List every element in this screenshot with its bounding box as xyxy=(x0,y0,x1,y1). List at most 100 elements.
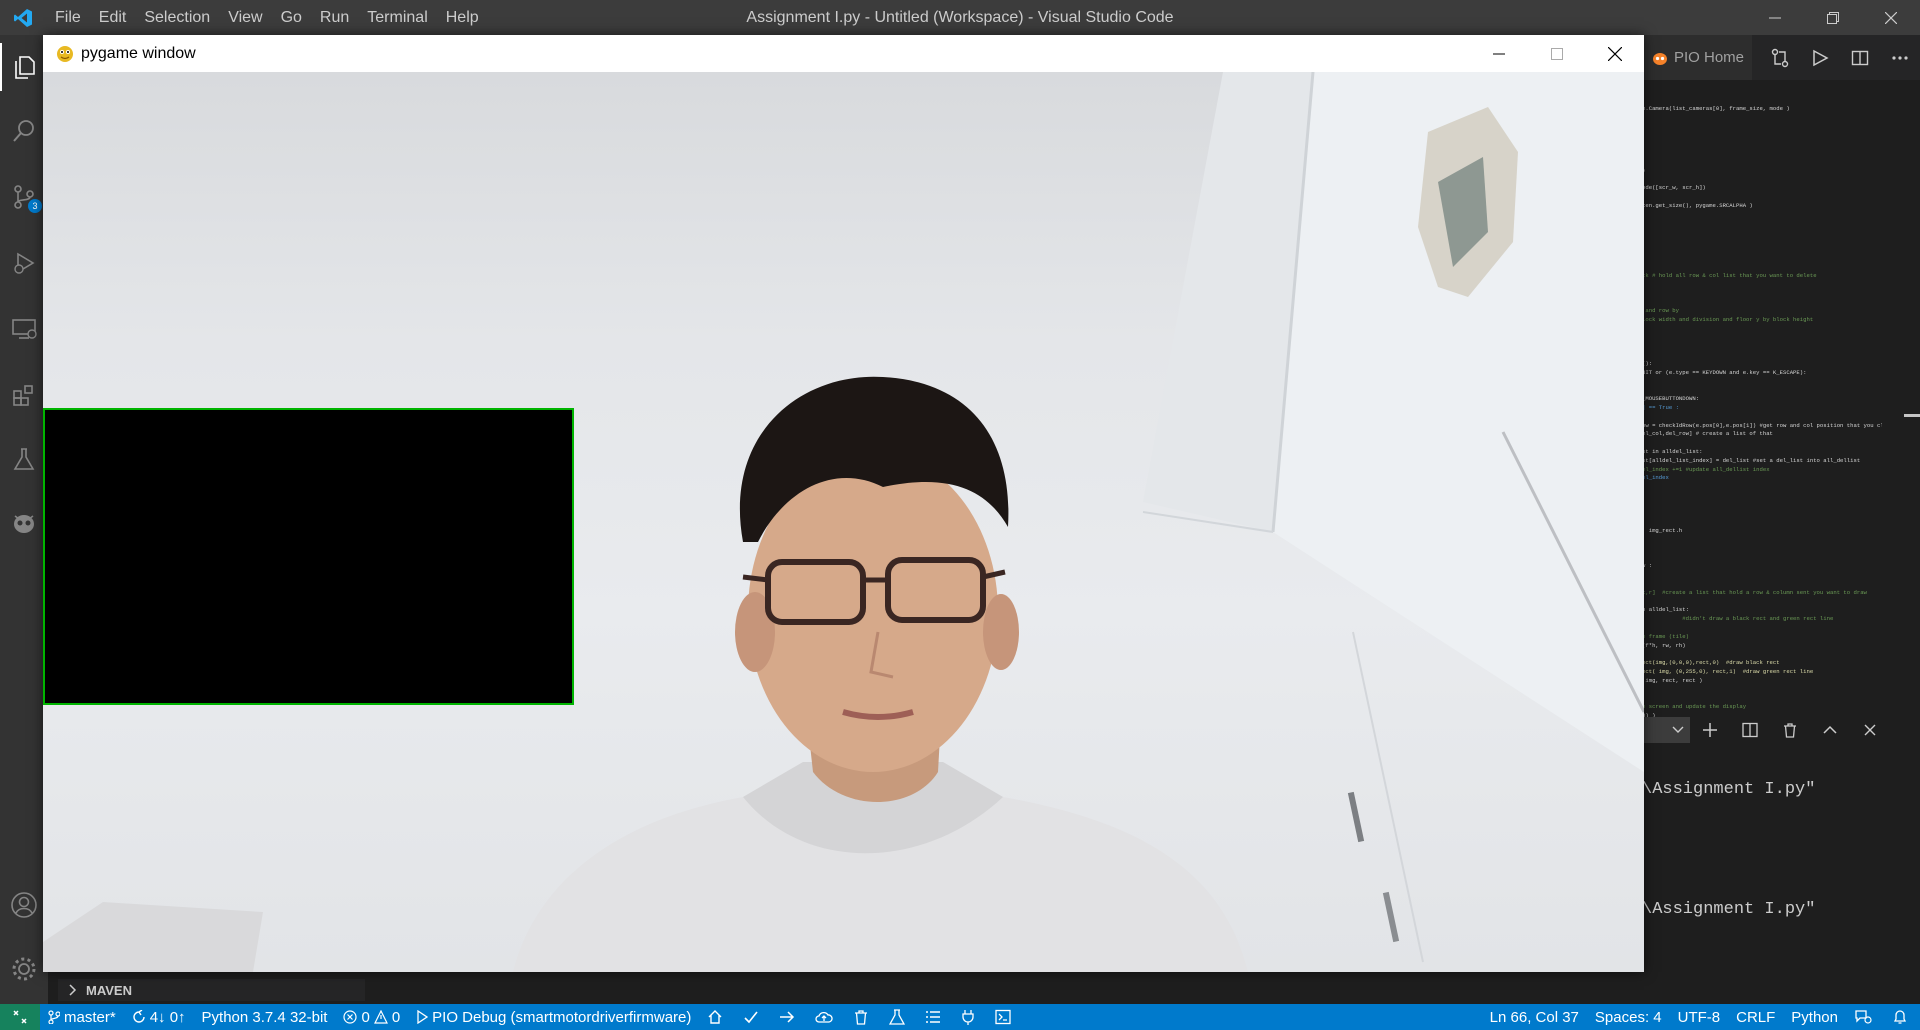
source-control-icon[interactable]: 3 xyxy=(0,173,48,221)
git-branch-item[interactable]: master* xyxy=(40,1009,124,1026)
chevron-down-icon xyxy=(1672,726,1684,733)
pio-clean-button[interactable] xyxy=(845,1009,881,1025)
pio-remote-upload-button[interactable] xyxy=(807,1009,845,1025)
pio-serial-monitor-button[interactable] xyxy=(953,1009,987,1025)
pio-home-button[interactable] xyxy=(699,1009,735,1025)
split-editor-icon[interactable] xyxy=(1840,35,1880,80)
more-actions-icon[interactable] xyxy=(1880,35,1920,80)
new-terminal-button[interactable] xyxy=(1690,712,1730,747)
plug-icon xyxy=(962,1010,975,1025)
language-mode-item[interactable]: Python xyxy=(1783,1009,1846,1026)
search-icon[interactable] xyxy=(0,107,48,155)
explorer-icon[interactable] xyxy=(0,43,48,91)
pygame-title-bar[interactable]: pygame window xyxy=(43,35,1644,72)
problems-item[interactable]: 0 0 xyxy=(335,1009,408,1026)
python-interpreter-item[interactable]: Python 3.7.4 32-bit xyxy=(194,1009,336,1026)
code-line: st[alldel_list_index] = del_list #set a … xyxy=(1642,456,1861,464)
code-line: st in alldel_list: xyxy=(1642,448,1703,456)
code-line: n alldel_list: xyxy=(1642,606,1689,614)
tab-label: PIO Home xyxy=(1674,49,1745,66)
code-line: e screen and update the display xyxy=(1642,703,1747,711)
activity-bar: 3 xyxy=(0,35,48,1004)
editor-tab-bar: PIO Home xyxy=(1642,35,1920,80)
pygame-surface[interactable] xyxy=(43,72,1644,972)
eol-item[interactable]: CRLF xyxy=(1728,1009,1783,1026)
menu-help[interactable]: Help xyxy=(437,0,488,35)
minimize-button[interactable] xyxy=(1746,0,1804,35)
menu-file[interactable]: File xyxy=(46,0,90,35)
platformio-alien-icon[interactable] xyxy=(0,499,48,547)
tab-pio-home[interactable]: PIO Home xyxy=(1642,35,1752,80)
pio-test-button[interactable] xyxy=(881,1009,917,1025)
code-line: e.Camera(list_cameras[0], frame_size, mo… xyxy=(1642,105,1790,112)
testing-flask-icon[interactable] xyxy=(0,435,48,483)
indentation-item[interactable]: Spaces: 4 xyxy=(1587,1009,1670,1026)
pygame-close-button[interactable] xyxy=(1586,35,1644,72)
scrollbar-slider[interactable] xyxy=(1904,414,1920,417)
close-button[interactable] xyxy=(1862,0,1920,35)
pio-tasks-button[interactable] xyxy=(917,1009,953,1025)
run-debug-icon[interactable] xyxy=(0,239,48,287)
language-mode: Python xyxy=(1791,1008,1838,1026)
encoding: UTF-8 xyxy=(1677,1008,1721,1026)
pio-debug-item[interactable]: PIO Debug (smartmotordriverfirmware) xyxy=(408,1009,699,1026)
cursor-position-item[interactable]: Ln 66, Col 37 xyxy=(1482,1009,1587,1026)
settings-gear-icon[interactable] xyxy=(0,945,48,993)
split-terminal-button[interactable] xyxy=(1730,712,1770,747)
sync-icon xyxy=(133,1010,145,1023)
menu-run[interactable]: Run xyxy=(311,0,358,35)
run-file-icon[interactable] xyxy=(1800,35,1840,80)
code-line: ] == True : xyxy=(1642,404,1679,412)
cloud-upload-icon xyxy=(815,1011,834,1023)
code-editor[interactable]: e.Camera(list_cameras[0], frame_size, mo… xyxy=(1642,105,1882,721)
pygame-minimize-button[interactable] xyxy=(1470,35,1528,72)
maximize-panel-button[interactable] xyxy=(1810,712,1850,747)
close-panel-button[interactable] xyxy=(1850,712,1890,747)
menu-terminal[interactable]: Terminal xyxy=(358,0,436,35)
notifications-button[interactable] xyxy=(1884,1009,1920,1025)
menu-view[interactable]: View xyxy=(219,0,271,35)
menu-edit[interactable]: Edit xyxy=(90,0,136,35)
extensions-icon[interactable] xyxy=(0,371,48,419)
end-of-line: CRLF xyxy=(1736,1008,1776,1026)
menu-go[interactable]: Go xyxy=(272,0,311,35)
account-icon[interactable] xyxy=(0,881,48,929)
menu-bar: File Edit Selection View Go Run Terminal… xyxy=(46,0,488,35)
pio-upload-button[interactable] xyxy=(771,1009,807,1025)
restore-button[interactable] xyxy=(1804,0,1862,35)
terminal-select-dropdown[interactable] xyxy=(1642,716,1690,743)
git-branch-icon xyxy=(48,1010,60,1024)
pio-terminal-button[interactable] xyxy=(987,1009,1023,1025)
remote-indicator[interactable] xyxy=(0,1004,40,1030)
maven-section-header[interactable]: MAVEN xyxy=(58,979,365,1001)
interpreter-label: Python 3.7.4 32-bit xyxy=(201,1008,328,1026)
compare-changes-icon[interactable] xyxy=(1760,35,1800,80)
sync-item[interactable]: 4↓ 0↑ xyxy=(124,1009,194,1026)
menu-selection[interactable]: Selection xyxy=(135,0,219,35)
vscode-logo-icon xyxy=(0,0,46,35)
trash-icon[interactable] xyxy=(1770,712,1810,747)
pygame-maximize-button[interactable] xyxy=(1528,35,1586,72)
trash-icon xyxy=(855,1010,868,1025)
remote-explorer-icon[interactable] xyxy=(0,305,48,353)
source-control-badge: 3 xyxy=(28,199,42,213)
pio-build-button[interactable] xyxy=(735,1009,771,1025)
encoding-item[interactable]: UTF-8 xyxy=(1670,1009,1729,1026)
feedback-button[interactable] xyxy=(1846,1009,1884,1025)
code-line: ow = checkIdRow(e.pos[0],e.pos[1]) #get … xyxy=(1642,421,1882,429)
